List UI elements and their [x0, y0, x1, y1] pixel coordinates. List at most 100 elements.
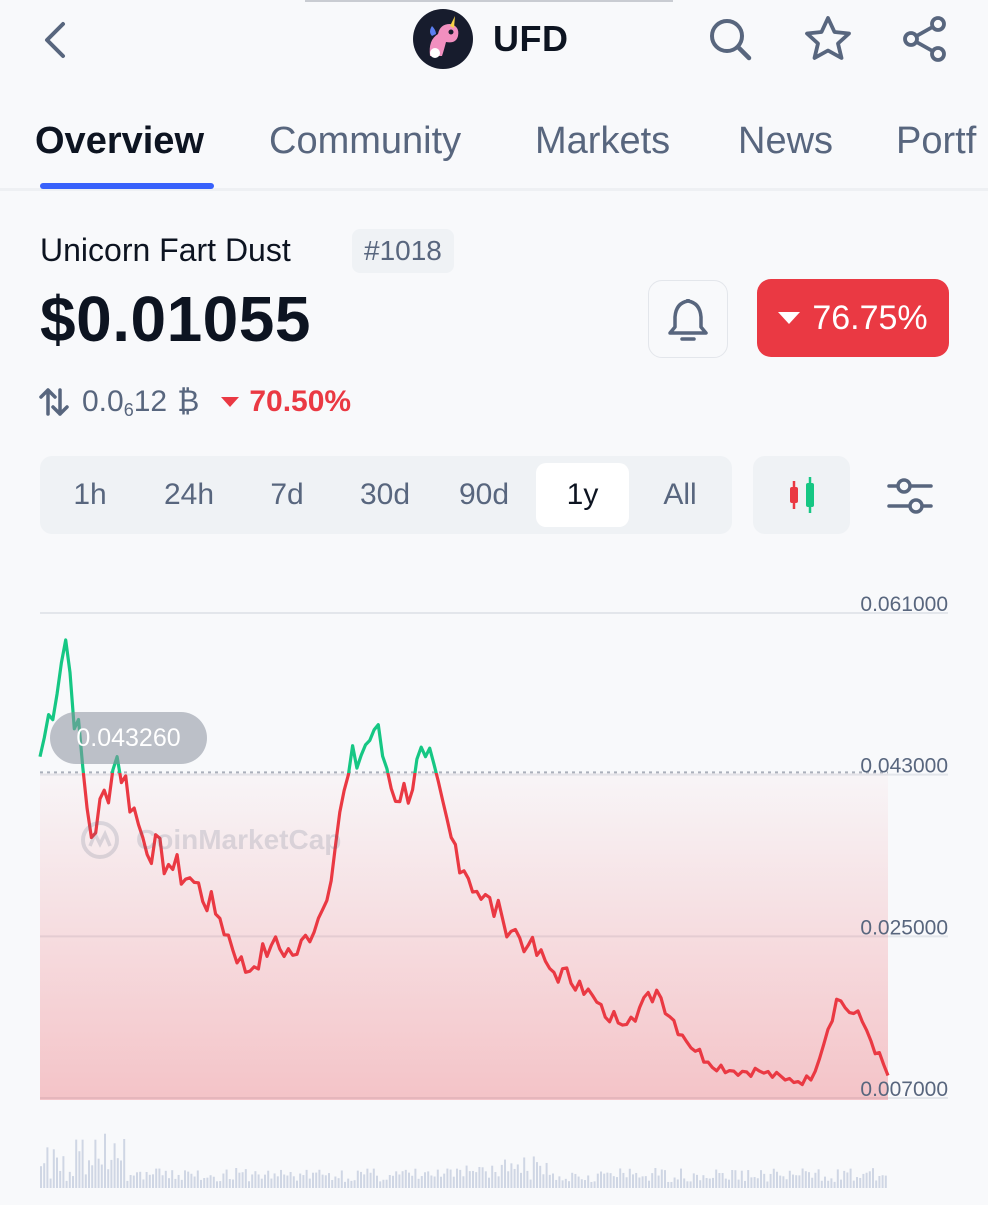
volume-bar: [411, 1175, 414, 1188]
volume-bar: [664, 1170, 666, 1188]
range-30d[interactable]: 30d: [338, 463, 432, 527]
volume-bar: [763, 1173, 766, 1188]
volume-bar: [398, 1174, 401, 1188]
volume-bar: [478, 1166, 481, 1188]
price-change-badge: 76.75%: [757, 279, 949, 357]
volume-bar: [100, 1164, 103, 1188]
volume-bar: [420, 1176, 423, 1188]
volume-bar: [459, 1169, 462, 1188]
volume-bar: [254, 1171, 257, 1188]
volume-bar: [446, 1168, 449, 1188]
volume-bar: [72, 1176, 74, 1188]
volume-bar: [241, 1172, 244, 1188]
volume-bar: [660, 1169, 663, 1188]
volume-bar: [696, 1174, 698, 1188]
volume-bar: [596, 1173, 599, 1188]
volume-bar: [91, 1165, 94, 1188]
price-chart[interactable]: 0.061000 0.043000 0.025000 0.007000: [0, 560, 988, 1200]
unicorn-logo-icon: [429, 16, 459, 58]
volume-bar: [612, 1176, 615, 1188]
volume-bar: [734, 1170, 737, 1188]
volume-bar: [462, 1176, 465, 1188]
volume-bar: [225, 1169, 228, 1188]
volume-bar: [158, 1168, 161, 1188]
volume-bar: [571, 1172, 574, 1188]
share-button[interactable]: [900, 14, 950, 64]
tab-portfolio[interactable]: Portf: [896, 120, 976, 163]
volume-bar: [494, 1171, 497, 1188]
volume-bar: [574, 1173, 577, 1188]
volume-bar: [353, 1180, 356, 1188]
volume-bar: [292, 1176, 295, 1188]
volume-bar: [251, 1174, 254, 1188]
volume-bar: [433, 1176, 436, 1188]
range-90d[interactable]: 90d: [437, 463, 531, 527]
price-chart-svg: 0.061000 0.043000 0.025000 0.007000: [38, 593, 948, 1188]
volume-bar: [862, 1173, 865, 1188]
volume-bar: [196, 1170, 199, 1188]
volume-bar: [808, 1172, 810, 1188]
volume-bar: [132, 1175, 135, 1188]
volume-bar: [561, 1180, 564, 1188]
volume-bar: [456, 1168, 458, 1188]
volume-bar: [625, 1177, 628, 1188]
volume-bar: [228, 1179, 231, 1188]
volume-bar: [449, 1169, 452, 1188]
volume-bar: [638, 1177, 641, 1188]
volume-bar: [155, 1168, 158, 1188]
volume-bar: [532, 1156, 535, 1188]
volume-bar: [676, 1179, 679, 1188]
search-button[interactable]: [705, 14, 755, 64]
tab-news[interactable]: News: [738, 120, 833, 163]
tab-community[interactable]: Community: [269, 120, 461, 163]
volume-bar: [600, 1171, 602, 1188]
rank-badge: #1018: [352, 229, 454, 273]
volume-bar: [350, 1180, 353, 1188]
chart-settings-button[interactable]: [884, 470, 936, 522]
watchlist-star-button[interactable]: [803, 14, 853, 64]
tab-overview[interactable]: Overview: [35, 120, 204, 163]
volume-bar: [776, 1171, 778, 1188]
price-alert-button[interactable]: [648, 280, 728, 358]
range-1y[interactable]: 1y: [536, 463, 629, 527]
volume-bar: [654, 1168, 657, 1188]
volume-bar: [510, 1163, 513, 1188]
volume-bar: [619, 1168, 622, 1188]
volume-bar: [78, 1151, 81, 1188]
range-7d[interactable]: 7d: [245, 463, 329, 527]
coin-symbol: UFD: [493, 18, 569, 59]
volume-bar: [769, 1173, 772, 1188]
range-1h[interactable]: 1h: [50, 463, 130, 527]
range-24h[interactable]: 24h: [140, 463, 238, 527]
range-all[interactable]: All: [636, 463, 724, 527]
volume-bar: [488, 1177, 490, 1188]
volume-bar: [219, 1181, 222, 1188]
volume-bar: [187, 1171, 190, 1188]
volume-bar: [766, 1181, 769, 1188]
volume-bar: [97, 1158, 100, 1188]
volume-bar: [168, 1178, 170, 1188]
volume-bar: [257, 1174, 260, 1188]
volume-bar: [126, 1180, 129, 1188]
volume-bar: [209, 1175, 212, 1188]
swap-arrows-icon[interactable]: [38, 386, 70, 418]
volume-bar: [788, 1170, 791, 1188]
volume-bar: [753, 1177, 756, 1188]
volume-bar: [843, 1170, 846, 1188]
tab-markets[interactable]: Markets: [535, 120, 670, 163]
caret-down-icon: [778, 312, 801, 324]
volume-bar: [680, 1168, 682, 1188]
candlestick-toggle-button[interactable]: [753, 456, 850, 534]
back-button[interactable]: [38, 18, 78, 62]
volume-bar: [552, 1173, 554, 1188]
coin-name: Unicorn Fart Dust: [40, 232, 291, 268]
volume-bar: [113, 1143, 116, 1188]
volume-bar: [312, 1172, 314, 1188]
volume-bar: [878, 1175, 881, 1188]
volume-bar: [414, 1168, 417, 1188]
volume-bar: [321, 1174, 324, 1188]
volume-bar: [782, 1176, 785, 1188]
volume-bar: [62, 1156, 65, 1188]
coin-price: $0.01055: [40, 283, 311, 355]
volume-bar: [792, 1174, 794, 1188]
